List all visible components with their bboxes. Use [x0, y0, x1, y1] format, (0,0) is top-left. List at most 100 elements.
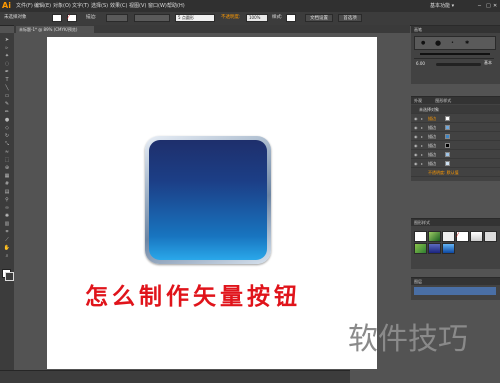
- expand-caret-icon[interactable]: ▸: [421, 150, 423, 159]
- opacity-field[interactable]: 100%: [246, 14, 268, 22]
- perspective-grid-tool-icon[interactable]: ▦: [3, 173, 11, 179]
- expand-caret-icon[interactable]: ▸: [421, 141, 423, 150]
- eyedropper-tool-icon[interactable]: ⚲: [3, 197, 11, 203]
- expand-caret-icon[interactable]: ▸: [421, 114, 423, 123]
- visibility-eye-icon[interactable]: ◉: [414, 123, 418, 132]
- menu-help[interactable]: 帮助(H): [167, 0, 185, 12]
- scale-tool-icon[interactable]: ⤡: [3, 141, 11, 147]
- zoom-tool-icon[interactable]: ⌕: [3, 253, 11, 259]
- row-swatch[interactable]: [445, 134, 450, 139]
- artboard-tool-icon[interactable]: ⌗: [3, 229, 11, 235]
- brush-width-row[interactable]: 6.00 基本: [414, 60, 494, 70]
- visibility-eye-icon[interactable]: ◉: [414, 141, 418, 150]
- style-swatch-gray[interactable]: [470, 231, 483, 242]
- tab-graphic-styles[interactable]: 图形样式: [435, 98, 451, 103]
- preferences-button[interactable]: 首选项: [338, 14, 362, 22]
- menu-select[interactable]: 选择(S): [91, 0, 108, 12]
- menu-window[interactable]: 窗口(W): [148, 0, 167, 12]
- style-swatch-green[interactable]: [428, 231, 441, 242]
- opacity-row[interactable]: 不透明度: 默认值: [411, 168, 500, 177]
- brush-line-row[interactable]: [414, 50, 494, 59]
- direct-selection-tool-icon[interactable]: ▹: [3, 45, 11, 51]
- close-icon[interactable]: ✕: [493, 0, 497, 12]
- tab-appearance[interactable]: 外观: [414, 98, 422, 103]
- visibility-eye-icon[interactable]: ◉: [414, 159, 418, 168]
- gradient-tool-icon[interactable]: ▤: [3, 189, 11, 195]
- visibility-eye-icon[interactable]: ◉: [414, 150, 418, 159]
- style-swatch-texture[interactable]: [442, 231, 455, 242]
- blend-tool-icon[interactable]: ∞: [3, 205, 11, 211]
- row-swatch[interactable]: [445, 116, 450, 121]
- pen-tool-icon[interactable]: ✒: [3, 69, 11, 75]
- free-transform-tool-icon[interactable]: ⬚: [3, 157, 11, 163]
- row-swatch[interactable]: [445, 152, 450, 157]
- row-swatch[interactable]: [445, 161, 450, 166]
- menu-object[interactable]: 对象(O): [53, 0, 71, 12]
- workspace-switcher[interactable]: 基本功能 ▾: [430, 0, 454, 12]
- minimize-icon[interactable]: ─: [478, 0, 481, 12]
- row-swatch[interactable]: [445, 143, 450, 148]
- style-swatch-red[interactable]: ⁄: [456, 231, 469, 242]
- brush-thumbnails[interactable]: ● ● • ✱: [414, 36, 496, 50]
- slice-tool-icon[interactable]: ⟋: [3, 237, 11, 243]
- magic-wand-tool-icon[interactable]: ✦: [3, 53, 11, 59]
- rectangle-tool-icon[interactable]: ▭: [3, 93, 11, 99]
- graphic-styles-header: 图形样式: [411, 219, 500, 226]
- visibility-eye-icon[interactable]: ◉: [414, 114, 418, 123]
- brush-definition-field[interactable]: 5 点圆形: [175, 14, 215, 22]
- visibility-eye-icon[interactable]: ◉: [414, 132, 418, 141]
- button-artwork-face[interactable]: [149, 140, 267, 260]
- style-swatch-button[interactable]: [442, 243, 455, 254]
- menu-effect[interactable]: 效果(C): [110, 0, 127, 12]
- menu-view[interactable]: 视图(V): [129, 0, 146, 12]
- variable-width-field[interactable]: [134, 14, 170, 22]
- column-graph-tool-icon[interactable]: ▥: [3, 221, 11, 227]
- shape-builder-tool-icon[interactable]: ⊕: [3, 165, 11, 171]
- menu-type[interactable]: 文字(T): [72, 0, 89, 12]
- style-swatch[interactable]: [286, 14, 296, 22]
- maximize-icon[interactable]: □: [486, 0, 491, 12]
- expand-caret-icon[interactable]: ▸: [421, 159, 423, 168]
- brush-dot-icon[interactable]: ●: [421, 40, 425, 46]
- menu-edit[interactable]: 编辑(E): [34, 0, 51, 12]
- menu-file[interactable]: 文件(F): [16, 0, 33, 12]
- type-tool-icon[interactable]: T: [3, 77, 11, 83]
- stroke-color-icon[interactable]: [5, 272, 14, 281]
- pencil-tool-icon[interactable]: ✏: [3, 109, 11, 115]
- document-tab[interactable]: 未标题-1* @ 89% (CMYK/预览): [16, 26, 94, 33]
- row-swatch[interactable]: [445, 125, 450, 130]
- blob-brush-tool-icon[interactable]: ●: [3, 117, 11, 123]
- appearance-row[interactable]: ◉ ▸ 描边: [411, 114, 500, 123]
- layer-row[interactable]: [414, 287, 496, 295]
- appearance-row[interactable]: ◉ ▸ 描边: [411, 141, 500, 150]
- symbol-sprayer-tool-icon[interactable]: ✺: [3, 213, 11, 219]
- appearance-row[interactable]: ◉ ▸ 描边: [411, 132, 500, 141]
- mesh-tool-icon[interactable]: #: [3, 181, 11, 187]
- style-swatch-blue[interactable]: [428, 243, 441, 254]
- width-tool-icon[interactable]: ≈: [3, 149, 11, 155]
- brush-dot-large-icon[interactable]: ●: [435, 39, 441, 47]
- document-setup-button[interactable]: 文档设置: [305, 14, 333, 22]
- eraser-tool-icon[interactable]: ◇: [3, 125, 11, 131]
- hand-tool-icon[interactable]: ✋: [3, 245, 11, 251]
- paintbrush-tool-icon[interactable]: ✎: [3, 101, 11, 107]
- appearance-row[interactable]: ◉ ▸ 描边: [411, 123, 500, 132]
- line-tool-icon[interactable]: ╲: [3, 85, 11, 91]
- stroke-swatch[interactable]: ⁄: [67, 14, 77, 22]
- style-swatch-light[interactable]: [484, 231, 497, 242]
- artwork-title-text[interactable]: 怎么制作矢量按钮: [85, 283, 335, 311]
- selection-tool-icon[interactable]: ➤: [3, 37, 11, 43]
- status-bar: [0, 370, 350, 383]
- stroke-weight-field[interactable]: [106, 14, 128, 22]
- expand-caret-icon[interactable]: ▸: [421, 123, 423, 132]
- style-swatch-leaf[interactable]: [414, 243, 427, 254]
- appearance-row[interactable]: ◉ ▸ 描边: [411, 159, 500, 168]
- rotate-tool-icon[interactable]: ↻: [3, 133, 11, 139]
- brush-splat-icon[interactable]: ✱: [465, 40, 469, 46]
- appearance-row[interactable]: ◉ ▸ 描边: [411, 150, 500, 159]
- fill-swatch[interactable]: [52, 14, 62, 22]
- brush-dot-small-icon[interactable]: •: [451, 40, 454, 46]
- expand-caret-icon[interactable]: ▸: [421, 132, 423, 141]
- style-swatch-default[interactable]: [414, 231, 427, 242]
- lasso-tool-icon[interactable]: ◌: [3, 61, 11, 67]
